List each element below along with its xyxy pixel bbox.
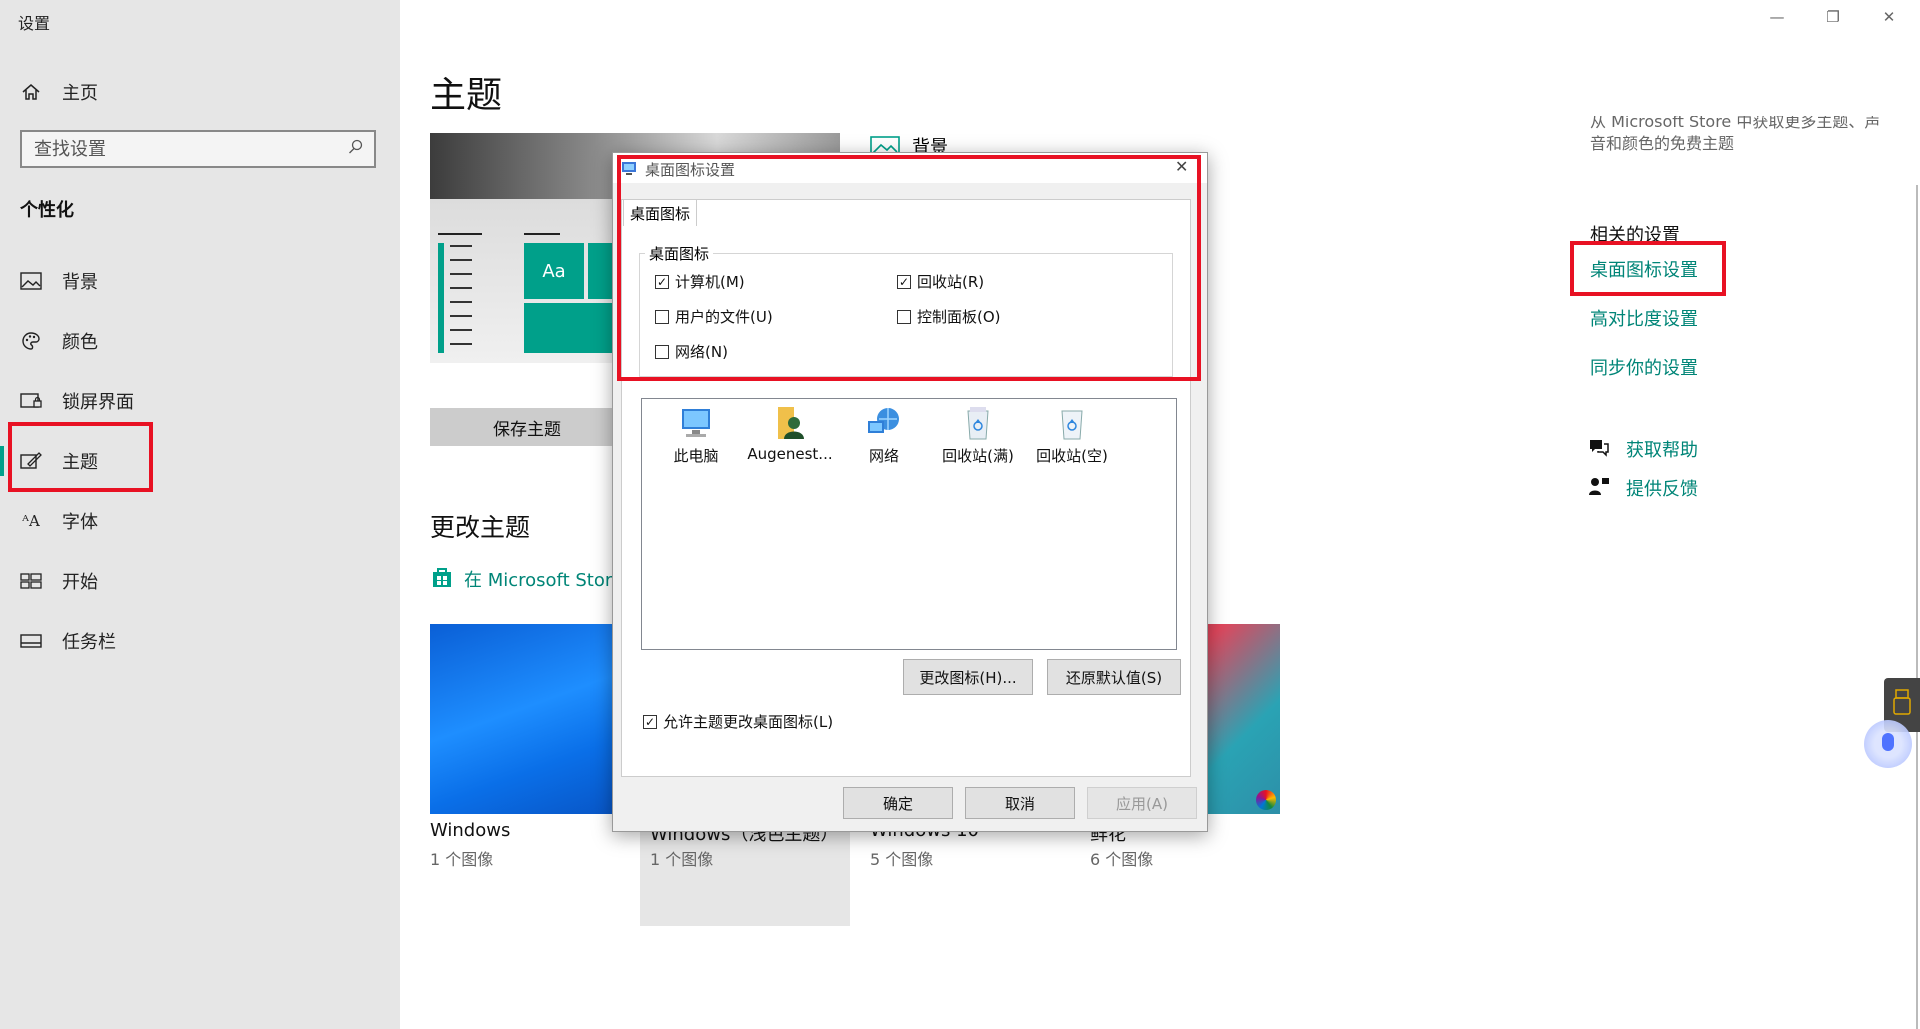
floating-assistant[interactable] — [1864, 720, 1912, 768]
icon-label: 回收站(满) — [942, 447, 1014, 465]
feedback-icon — [1588, 476, 1610, 500]
feedback-link-label: 提供反馈 — [1626, 479, 1698, 500]
icon-label: 此电脑 — [673, 447, 719, 465]
sidebar-item-label: 锁屏界面 — [62, 392, 134, 413]
theme-count: 1 个图像 — [650, 850, 714, 869]
apply-button[interactable]: 应用(A) — [1087, 787, 1197, 819]
icon-recycle-full[interactable]: 回收站(满) — [932, 405, 1024, 466]
change-theme-title: 更改主题 — [430, 513, 531, 542]
ok-button[interactable]: 确定 — [843, 787, 953, 819]
highlight-box — [1570, 241, 1726, 296]
sidebar-item-taskbar[interactable]: 任务栏 — [0, 621, 400, 661]
theme-count: 5 个图像 — [870, 850, 934, 869]
theme-count: 6 个图像 — [1090, 850, 1154, 869]
sidebar: 设置 主页 个性化 背景 颜色 锁屏界面 主题 — [0, 0, 400, 1029]
change-icon-button[interactable]: 更改图标(H)... — [903, 659, 1033, 695]
sidebar-item-lock-screen[interactable]: 锁屏界面 — [0, 381, 400, 421]
highlight-box — [617, 155, 1201, 381]
sidebar-item-background[interactable]: 背景 — [0, 261, 400, 301]
icon-user-folder[interactable]: Augenest... — [744, 405, 836, 466]
store-link[interactable]: 在 Microsoft Store — [430, 566, 623, 592]
store-description-2: 音和颜色的免费主题 — [1590, 134, 1735, 153]
scrollbar[interactable] — [1916, 185, 1918, 1029]
search-icon[interactable] — [348, 139, 364, 159]
sidebar-home[interactable]: 主页 — [0, 72, 400, 112]
section-title: 个性化 — [20, 200, 74, 221]
sidebar-item-label: 字体 — [62, 512, 98, 533]
store-link-label: 在 Microsoft Store — [464, 570, 623, 591]
preview-menu-strip — [438, 243, 444, 353]
restore-icon[interactable]: ❐ — [1818, 8, 1848, 32]
sidebar-item-label: 开始 — [62, 572, 98, 593]
user-folder-icon — [778, 407, 804, 439]
sidebar-item-colors[interactable]: 颜色 — [0, 321, 400, 361]
store-icon — [430, 566, 454, 592]
sidebar-item-label: 背景 — [62, 272, 98, 293]
save-theme-button[interactable]: 保存主题 — [430, 408, 624, 446]
taskbar-icon — [20, 630, 42, 652]
icon-network[interactable]: 网络 — [838, 405, 930, 466]
color-wheel-icon — [1256, 790, 1276, 810]
start-icon — [20, 570, 42, 592]
desktop-icon-settings-dialog: 桌面图标设置 ✕ 桌面图标 桌面图标 ✓ 计算机(M) ✓ 回收站(R) 用户的… — [612, 152, 1208, 832]
network-icon — [868, 408, 899, 433]
icon-list[interactable]: 此电脑 Augenest... 网络 回收站(满) 回收站(空) — [641, 398, 1177, 650]
search-input[interactable] — [22, 137, 336, 161]
search-box[interactable] — [20, 130, 376, 168]
icon-recycle-empty[interactable]: 回收站(空) — [1026, 405, 1118, 466]
icon-label: 网络 — [868, 447, 899, 465]
high-contrast-link[interactable]: 高对比度设置 — [1590, 305, 1698, 331]
sync-settings-link[interactable]: 同步你的设置 — [1590, 354, 1698, 380]
recycle-bin-full-icon — [967, 407, 989, 440]
palette-icon — [20, 330, 42, 352]
window-title: 设置 — [18, 14, 51, 33]
help-icon — [1588, 437, 1610, 461]
preview-tile: Aa — [524, 243, 584, 299]
checkbox-label: 允许主题更改桌面图标(L) — [663, 713, 834, 731]
recycle-bin-empty-icon — [1061, 410, 1083, 440]
checkbox-allow-themes-box[interactable]: ✓ — [643, 714, 657, 729]
checkbox-allow-themes[interactable]: ✓ 允许主题更改桌面图标(L) — [643, 711, 833, 732]
help-link-label: 获取帮助 — [1626, 440, 1698, 461]
usb-icon — [1893, 688, 1911, 722]
feedback-link[interactable]: 提供反馈 — [1588, 475, 1698, 501]
icon-this-pc[interactable]: 此电脑 — [650, 405, 742, 466]
help-link[interactable]: 获取帮助 — [1588, 436, 1698, 462]
icon-label: Augenest... — [747, 445, 833, 463]
restore-default-button[interactable]: 还原默认值(S) — [1047, 659, 1181, 695]
highlight-box — [8, 422, 153, 492]
computer-icon — [682, 409, 710, 437]
cancel-button[interactable]: 取消 — [965, 787, 1075, 819]
font-icon: ᴬA — [22, 512, 40, 530]
sidebar-item-label: 任务栏 — [62, 632, 116, 653]
mouse-icon — [1881, 732, 1895, 756]
theme-name: Windows — [430, 820, 511, 841]
sidebar-home-label: 主页 — [62, 83, 98, 104]
sidebar-item-start[interactable]: 开始 — [0, 561, 400, 601]
icon-label: 回收站(空) — [1036, 447, 1108, 465]
picture-icon — [20, 270, 42, 292]
lock-screen-icon — [20, 390, 42, 412]
page-title: 主题 — [430, 75, 503, 116]
minimize-icon[interactable]: — — [1762, 8, 1792, 32]
theme-count: 1 个图像 — [430, 850, 494, 869]
close-icon[interactable]: ✕ — [1874, 8, 1904, 32]
sidebar-item-label: 颜色 — [62, 332, 98, 353]
theme-thumbnail-windows[interactable] — [430, 624, 630, 814]
sidebar-item-font[interactable]: ᴬA 字体 — [0, 501, 400, 541]
home-icon — [20, 81, 42, 103]
